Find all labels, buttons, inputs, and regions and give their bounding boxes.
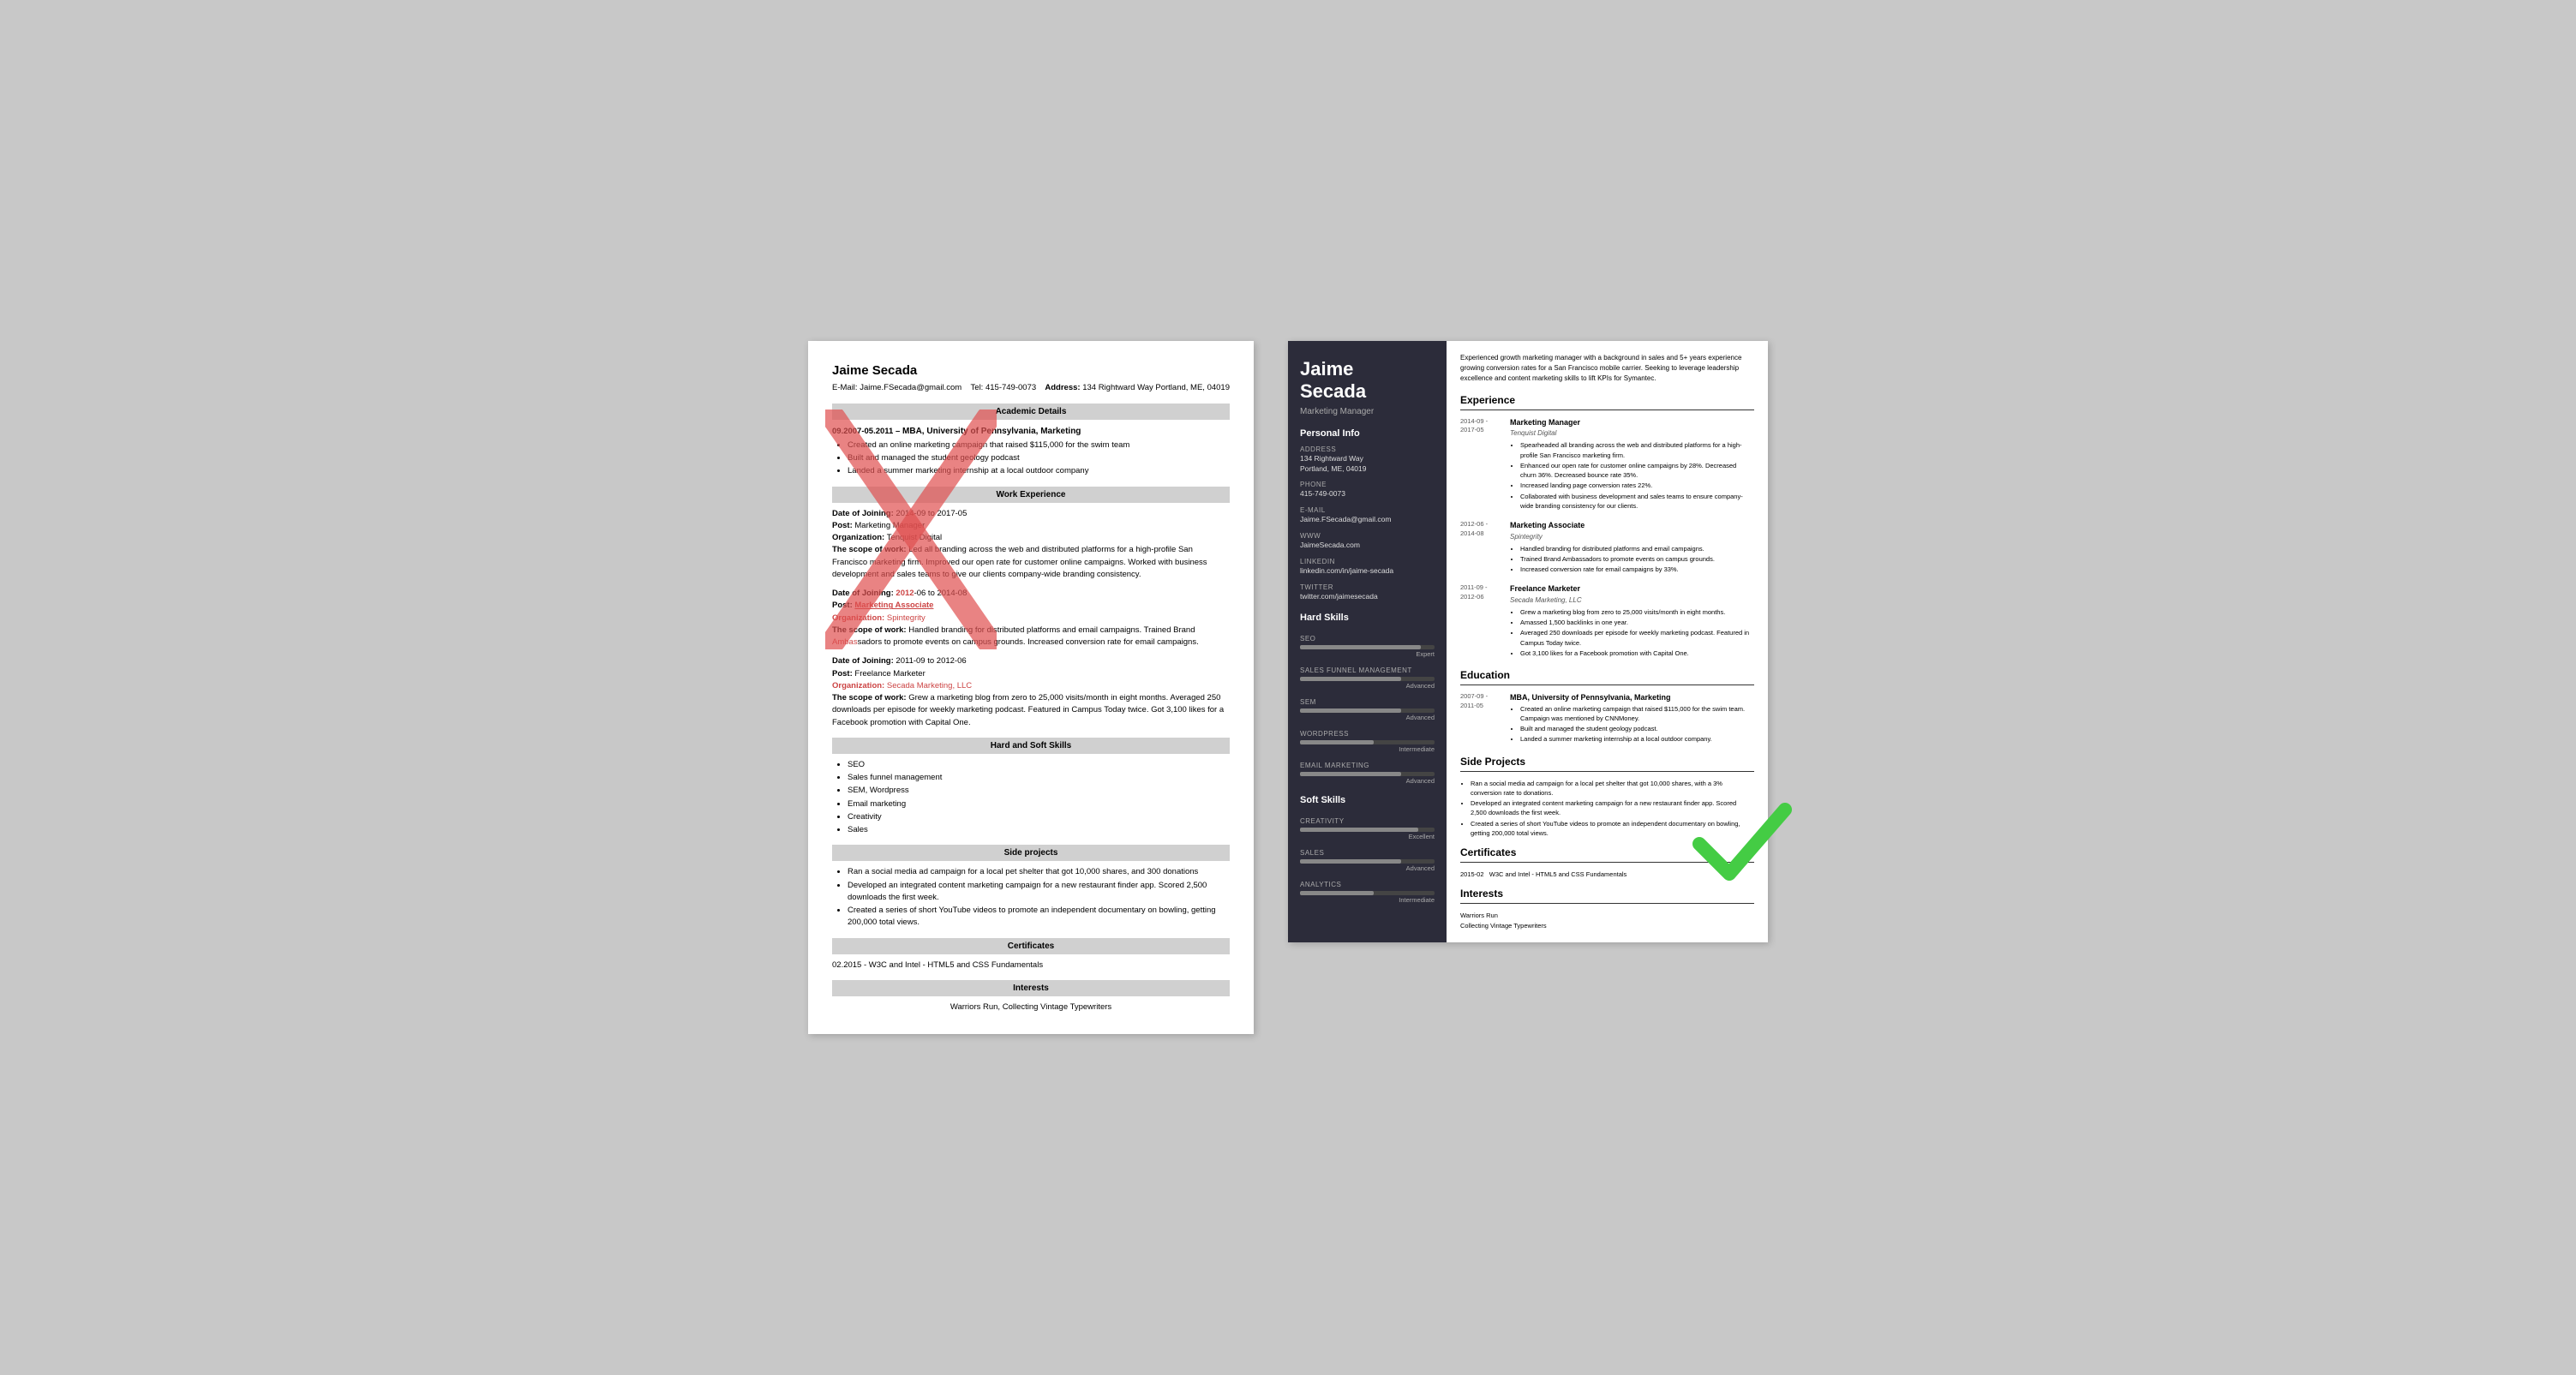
right-resume-wrapper: Jaime Secada Marketing Manager Personal … [1288,341,1768,942]
soft-skills-header: Soft Skills [1300,795,1435,805]
work-entry-1: Date of Joining: 2012-06 to 2014-08 Post… [832,588,1230,649]
academic-bullets: Created an online marketing campaign tha… [832,439,1230,478]
right-resume: Jaime Secada Marketing Manager Personal … [1288,341,1768,942]
right-summary: Experienced growth marketing manager wit… [1460,353,1754,384]
section-academic: Academic Details [832,404,1230,420]
work-entry-0: Date of Joining: 2014-09 to 2017-05 Post… [832,508,1230,582]
left-resume: Jaime Secada E-Mail: Jaime.FSecada@gmail… [808,341,1254,1034]
right-main-content: Experienced growth marketing manager wit… [1447,341,1768,942]
skill-wordpress: WORDPRESS Intermediate [1300,730,1435,753]
phone-field: Phone 415-749-0073 [1300,481,1435,499]
skill-sem: SEM Advanced [1300,698,1435,721]
skill-analytics: ANALYTICS Intermediate [1300,881,1435,904]
left-name: Jaime Secada [832,362,1230,381]
left-interests: Warriors Run, Collecting Vintage Typewri… [832,1001,1230,1013]
address-field: Address 134 Rightward WayPortland, ME, 0… [1300,445,1435,475]
skill-seo: SEO Expert [1300,635,1435,658]
section-interests: Interests [832,980,1230,996]
right-interests-0: Warriors Run [1460,911,1754,920]
skill-creativity: CREATIVITY Excellent [1300,817,1435,840]
personal-info-header: Personal Info [1300,428,1435,439]
right-title: Marketing Manager [1300,407,1435,416]
work-entry-2: Date of Joining: 2011-09 to 2012-06 Post… [832,655,1230,729]
twitter-field: Twitter twitter.com/jaimesecada [1300,583,1435,602]
exp-1: 2012-06 -2014-08 Marketing Associate Spi… [1460,520,1754,575]
right-name: Jaime Secada [1300,358,1435,404]
edu-0: 2007-09 -2011-05 MBA, University of Penn… [1460,692,1754,745]
right-interests-1: Collecting Vintage Typewriters [1460,921,1754,930]
cert-section-title: Certificates [1460,845,1754,863]
section-skills: Hard and Soft Skills [832,738,1230,754]
hard-skills-section: SEO Expert SALES FUNNEL MANAGEMENT Advan… [1300,635,1435,785]
exp-2: 2011-09 -2012-06 Freelance Marketer Seca… [1460,583,1754,659]
edu-entry: 09.2007-05.2011 – MBA, University of Pen… [832,425,1230,478]
section-work: Work Experience [832,487,1230,503]
skills-list: SEO Sales funnel management SEM, Wordpre… [832,759,1230,837]
right-name-block: Jaime Secada Marketing Manager [1300,358,1435,416]
right-cert: 2015-02 W3C and Intel - HTML5 and CSS Fu… [1460,870,1754,879]
left-email: E-Mail: Jaime.FSecada@gmail.com Tel: 415… [832,382,1036,394]
linkedin-field: LinkedIn linkedin.com/in/jaime-secada [1300,558,1435,577]
edu-section-title: Education [1460,667,1754,685]
email-field: E-mail Jaime.FSecada@gmail.com [1300,506,1435,525]
exp-section-title: Experience [1460,392,1754,410]
section-certs: Certificates [832,938,1230,954]
left-resume-wrapper: Jaime Secada E-Mail: Jaime.FSecada@gmail… [808,341,1254,1034]
interests-section-title: Interests [1460,886,1754,904]
left-address: Address: 134 Rightward Way Portland, ME,… [1045,382,1230,394]
right-side-projects: Ran a social media ad campaign for a loc… [1460,779,1754,839]
section-side: Side projects [832,845,1230,861]
main-container: Jaime Secada E-Mail: Jaime.FSecada@gmail… [808,341,1768,1034]
side-projects-list: Ran a social media ad campaign for a loc… [832,866,1230,929]
side-section-title: Side Projects [1460,754,1754,772]
skill-email: EMAIL MARKETING Advanced [1300,762,1435,785]
left-cert: 02.2015 - W3C and Intel - HTML5 and CSS … [832,960,1230,971]
hard-skills-header: Hard Skills [1300,613,1435,623]
skill-sales: SALES Advanced [1300,849,1435,872]
skill-sfm: SALES FUNNEL MANAGEMENT Advanced [1300,667,1435,690]
right-sidebar: Jaime Secada Marketing Manager Personal … [1288,341,1447,942]
www-field: WWW JaimeSecada.com [1300,532,1435,551]
left-contact: E-Mail: Jaime.FSecada@gmail.com Tel: 415… [832,382,1230,394]
exp-0: 2014-09 -2017-05 Marketing Manager Tenqu… [1460,417,1754,511]
soft-skills-section: CREATIVITY Excellent SALES Advanced ANAL… [1300,817,1435,904]
